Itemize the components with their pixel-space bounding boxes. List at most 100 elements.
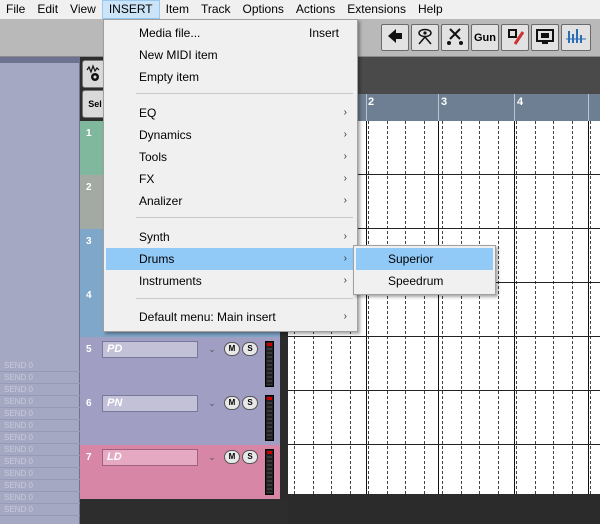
menu-options[interactable]: Options <box>237 0 290 19</box>
eye-icon <box>415 26 435 49</box>
level-meter <box>265 449 274 495</box>
waveform-icon <box>86 64 104 84</box>
list-item: SEND 0 <box>0 384 80 396</box>
track-6[interactable]: 6 PN ⌄ M S <box>80 391 280 445</box>
menu-item-instruments[interactable]: Instruments › <box>106 270 355 292</box>
menu-edit[interactable]: Edit <box>31 0 64 19</box>
menu-item-eq[interactable]: EQ › <box>106 102 355 124</box>
menu-item-label: Speedrum <box>388 274 444 288</box>
menu-item-label: Superior <box>388 252 434 266</box>
track-name-field[interactable]: PN <box>102 395 198 412</box>
list-item: SEND 0 <box>0 444 80 456</box>
arrow-left-button[interactable] <box>381 24 409 51</box>
gun-label: Gun <box>474 31 496 44</box>
level-meter <box>265 395 274 441</box>
ruler-line <box>514 94 515 121</box>
menu-view[interactable]: View <box>64 0 102 19</box>
list-item: SEND 0 <box>0 504 80 516</box>
menu-item-analizer[interactable]: Analizer › <box>106 190 355 212</box>
menu-item-tools[interactable]: Tools › <box>106 146 355 168</box>
grid-line <box>405 121 406 524</box>
menu-item-fx[interactable]: FX › <box>106 168 355 190</box>
menu-separator <box>136 298 353 299</box>
grid-line <box>479 121 480 524</box>
left-dock-header <box>0 57 80 63</box>
menu-item-drums[interactable]: Drums › <box>106 248 355 270</box>
list-item: SEND 0 <box>0 432 80 444</box>
arrange-scrollbar[interactable] <box>288 494 600 524</box>
mute-button[interactable]: M <box>224 450 240 464</box>
ruler-line <box>438 94 439 121</box>
menu-item-label: Default menu: Main insert <box>139 310 276 324</box>
menu-item-label: Media file... <box>139 26 201 40</box>
ruler-line <box>366 94 367 121</box>
list-item: SEND 0 <box>0 492 80 504</box>
chevron-down-icon[interactable]: ⌄ <box>206 449 218 466</box>
select-label: Sel <box>88 99 102 109</box>
chevron-down-icon[interactable]: ⌄ <box>206 341 218 358</box>
menu-actions[interactable]: Actions <box>290 0 341 19</box>
grid-line <box>368 121 369 524</box>
menu-item-label: New MIDI item <box>139 48 218 62</box>
nodes-button[interactable] <box>441 24 469 51</box>
grid-line <box>461 121 462 524</box>
menu-item[interactable]: Item <box>160 0 195 19</box>
chevron-right-icon: › <box>343 311 347 322</box>
eye-button[interactable] <box>411 24 439 51</box>
menu-track[interactable]: Track <box>195 0 237 19</box>
menu-bar: File Edit View INSERT Item Track Options… <box>0 0 600 19</box>
menu-item-synth[interactable]: Synth › <box>106 226 355 248</box>
menu-item-new-midi[interactable]: New MIDI item <box>106 44 355 66</box>
chevron-right-icon: › <box>343 129 347 140</box>
menu-separator <box>136 93 353 94</box>
track-5[interactable]: 5 PD ⌄ M S <box>80 337 280 391</box>
grid-line <box>553 121 554 524</box>
brush-button[interactable] <box>501 24 529 51</box>
track-divider <box>288 390 600 391</box>
ruler-marker: 3 <box>441 96 448 108</box>
track-name-field[interactable]: LD <box>102 449 198 466</box>
menu-item-label: Synth <box>139 230 170 244</box>
menu-item-label: Analizer <box>139 194 183 208</box>
list-item: SEND 0 <box>0 480 80 492</box>
menu-item-speedrum[interactable]: Speedrum <box>356 270 493 292</box>
solo-button[interactable]: S <box>242 342 258 356</box>
solo-button[interactable]: S <box>242 396 258 410</box>
menu-item-label: Instruments <box>139 274 202 288</box>
menu-item-superior[interactable]: Superior <box>356 248 493 270</box>
grid-line <box>498 121 499 524</box>
chevron-right-icon: › <box>343 173 347 184</box>
solo-button[interactable]: S <box>242 450 258 464</box>
track-panel-footer <box>80 499 288 524</box>
menu-item-dynamics[interactable]: Dynamics › <box>106 124 355 146</box>
grid-line <box>516 121 517 524</box>
menu-help[interactable]: Help <box>412 0 449 19</box>
grid-line <box>387 121 388 524</box>
track-number: 1 <box>86 128 92 139</box>
grid-line-major <box>366 121 367 524</box>
track-divider <box>288 444 600 445</box>
shortcut-label: Insert <box>308 26 339 40</box>
tape-button[interactable] <box>531 24 559 51</box>
grid-line <box>424 121 425 524</box>
meter-button[interactable] <box>561 24 591 51</box>
menu-file[interactable]: File <box>0 0 31 19</box>
grid-line-major <box>438 121 439 524</box>
track-number: 7 <box>86 452 92 463</box>
menu-extensions[interactable]: Extensions <box>341 0 412 19</box>
track-7[interactable]: 7 LD ⌄ M S <box>80 445 280 499</box>
mute-button[interactable]: M <box>224 396 240 410</box>
menu-item-media-file[interactable]: Media file... Insert <box>106 22 355 44</box>
list-item: SEND 0 <box>0 408 80 420</box>
gun-button[interactable]: Gun <box>471 24 499 51</box>
track-name-field[interactable]: PD <box>102 341 198 358</box>
menu-item-label: Drums <box>139 252 175 266</box>
menu-item-empty-item[interactable]: Empty item <box>106 66 355 88</box>
list-item: SEND 0 <box>0 420 80 432</box>
menu-item-label: Empty item <box>139 70 200 84</box>
menu-item-default-menu[interactable]: Default menu: Main insert › <box>106 306 355 328</box>
level-meter <box>265 341 274 387</box>
chevron-down-icon[interactable]: ⌄ <box>206 395 218 412</box>
mute-button[interactable]: M <box>224 342 240 356</box>
menu-insert[interactable]: INSERT <box>101 0 160 19</box>
